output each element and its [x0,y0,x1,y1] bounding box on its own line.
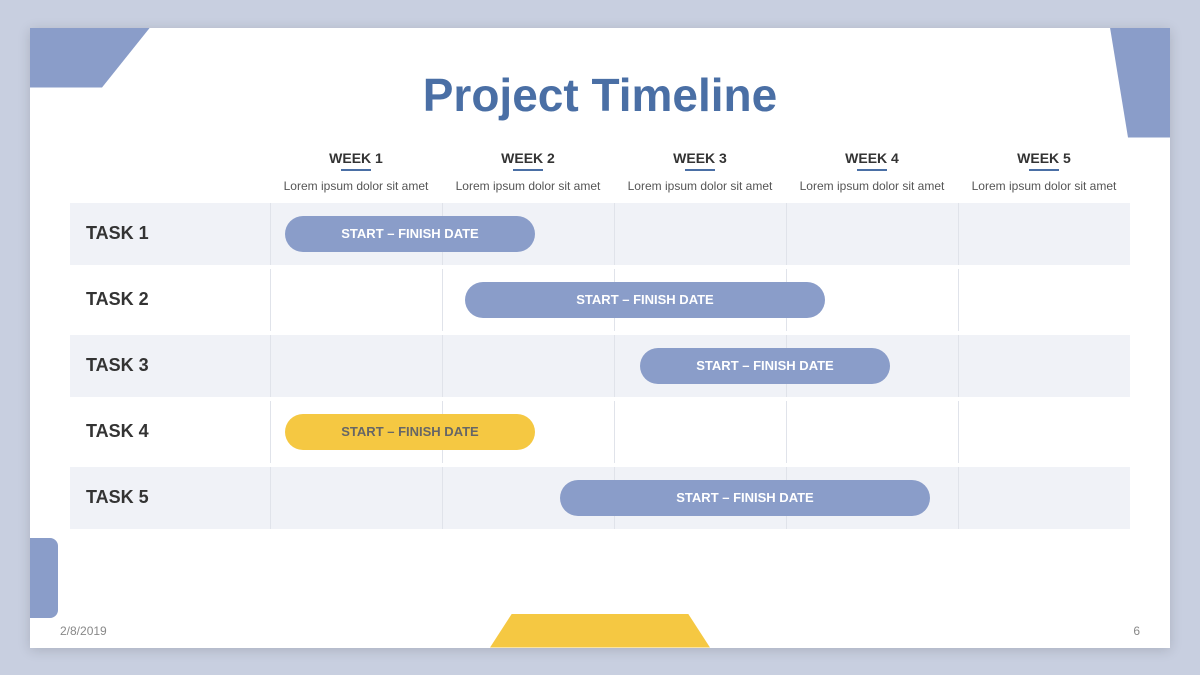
task-row-3-wrapper: TASK 3 START – FINISH DATE [70,335,1130,397]
week-1-label: WEEK 1 [270,150,442,166]
task-1-cell-3 [614,203,786,265]
week-5-desc: Lorem ipsum dolor sit amet [972,179,1117,193]
week-1-desc: Lorem ipsum dolor sit amet [284,179,429,193]
week-header-3: WEEK 3 Lorem ipsum dolor sit amet [614,150,786,203]
task-row-5-wrapper: TASK 5 START – FINISH DATE [70,467,1130,529]
task-4-cell-4 [786,401,958,463]
week-5-label: WEEK 5 [958,150,1130,166]
task-3-cell-5 [958,335,1130,397]
footer: 2/8/2019 6 [30,614,1170,648]
week-1-underline [341,169,371,171]
task-2-cell-2 [442,269,614,331]
task-4-cell-5 [958,401,1130,463]
task-5-name: TASK 5 [70,467,270,529]
task-3-cell-2 [442,335,614,397]
footer-date: 2/8/2019 [60,624,107,638]
task-4-cell-1 [270,401,442,463]
task-3-name: TASK 3 [70,335,270,397]
task-1-cell-1 [270,203,442,265]
task-2-cell-1 [270,269,442,331]
week-header-2: WEEK 2 Lorem ipsum dolor sit amet [442,150,614,203]
task-4-cell-2 [442,401,614,463]
week-4-desc: Lorem ipsum dolor sit amet [800,179,945,193]
task-1-cell-4 [786,203,958,265]
task-5-cell-5 [958,467,1130,529]
footer-trapezoid [490,614,710,648]
week-header-5: WEEK 5 Lorem ipsum dolor sit amet [958,150,1130,203]
page-title: Project Timeline [70,58,1130,122]
week-header-4: WEEK 4 Lorem ipsum dolor sit amet [786,150,958,203]
task-row-1-wrapper: TASK 1 START – FINISH DATE [70,203,1130,265]
week-4-underline [857,169,887,171]
task-2-cell-3 [614,269,786,331]
week-5-underline [1029,169,1059,171]
task-2-grid: TASK 2 [70,269,1130,331]
week-4-label: WEEK 4 [786,150,958,166]
week-3-desc: Lorem ipsum dolor sit amet [628,179,773,193]
task-row-2-wrapper: TASK 2 START – FINISH DATE [70,269,1130,331]
task-2-name: TASK 2 [70,269,270,331]
accent-bottom-left [30,538,58,618]
task-4-cell-3 [614,401,786,463]
footer-page: 6 [1133,624,1140,638]
task-5-cell-2 [442,467,614,529]
task-5-grid: TASK 5 [70,467,1130,529]
task-1-cell-5 [958,203,1130,265]
week-header-1: WEEK 1 Lorem ipsum dolor sit amet [270,150,442,203]
timeline-container: WEEK 1 Lorem ipsum dolor sit amet WEEK 2… [70,150,1130,529]
task-4-grid: TASK 4 [70,401,1130,463]
task-2-cell-4 [786,269,958,331]
week-2-desc: Lorem ipsum dolor sit amet [456,179,601,193]
week-3-label: WEEK 3 [614,150,786,166]
task-3-grid: TASK 3 [70,335,1130,397]
task-3-cell-4 [786,335,958,397]
week-header-empty [70,150,270,203]
week-2-label: WEEK 2 [442,150,614,166]
slide-content: Project Timeline WEEK 1 Lorem ipsum dolo… [30,28,1170,573]
task-4-name: TASK 4 [70,401,270,463]
task-row-4-wrapper: TASK 4 START – FINISH DATE [70,401,1130,463]
task-5-cell-3 [614,467,786,529]
task-2-cell-5 [958,269,1130,331]
week-headers: WEEK 1 Lorem ipsum dolor sit amet WEEK 2… [70,150,1130,203]
task-5-cell-4 [786,467,958,529]
week-3-underline [685,169,715,171]
task-5-cell-1 [270,467,442,529]
task-1-grid: TASK 1 [70,203,1130,265]
task-1-name: TASK 1 [70,203,270,265]
task-3-cell-1 [270,335,442,397]
slide: Project Timeline WEEK 1 Lorem ipsum dolo… [30,28,1170,648]
task-1-cell-2 [442,203,614,265]
week-2-underline [513,169,543,171]
task-3-cell-3 [614,335,786,397]
